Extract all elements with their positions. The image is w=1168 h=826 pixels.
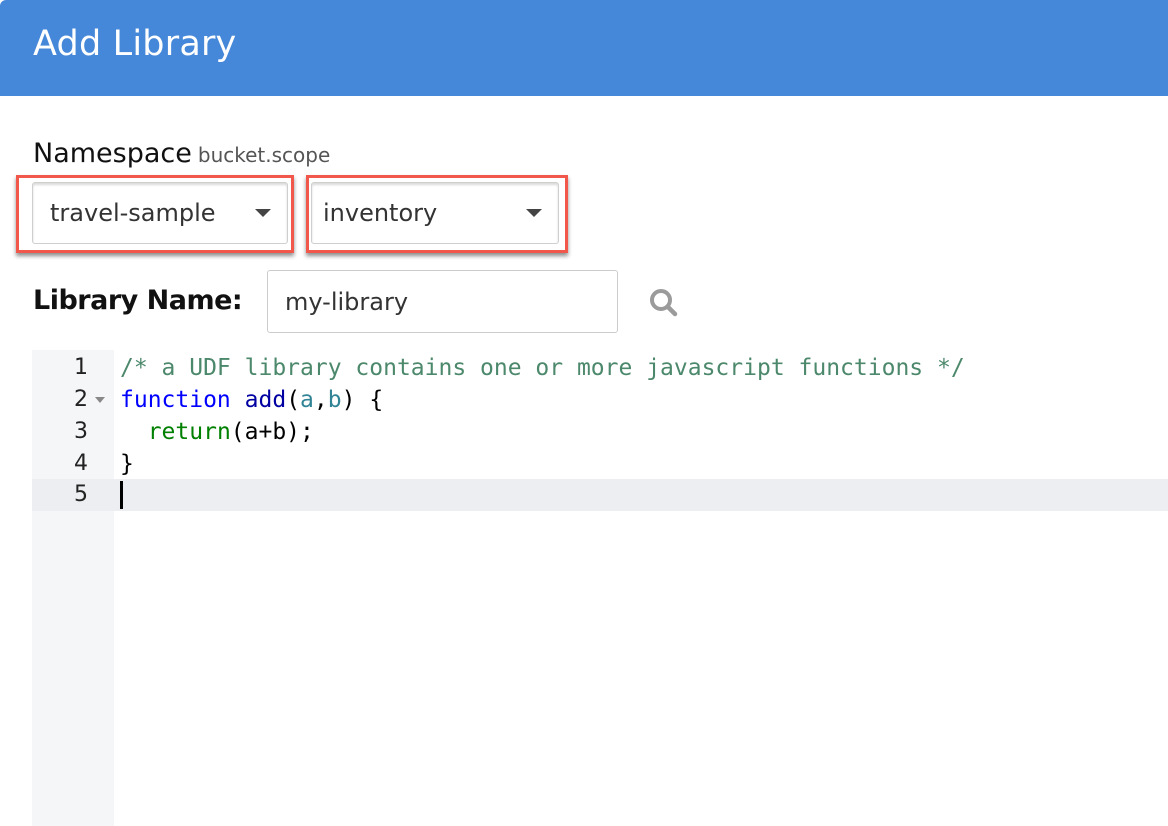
editor-line[interactable]: 4} (32, 448, 1168, 480)
bucket-select[interactable]: travel-sample (32, 182, 288, 244)
code-token-plain: ( (286, 387, 301, 413)
code-token-param: a (300, 387, 314, 413)
scope-select[interactable]: inventory (311, 182, 559, 244)
code-token-comment: /* a UDF library contains one or more ja… (120, 355, 965, 381)
code-token-fn: add (244, 387, 287, 413)
line-number: 5 (74, 482, 88, 507)
code-text: function add(a,b) { (120, 384, 383, 416)
code-token-plain: } (120, 451, 134, 477)
code-editor[interactable]: 1 /* a UDF library contains one or more j… (32, 350, 1168, 826)
fold-toggle-icon[interactable] (95, 397, 105, 403)
code-token-keyword: function (120, 387, 231, 413)
text-cursor (120, 481, 123, 509)
search-icon[interactable] (648, 287, 680, 319)
line-number: 1 (74, 355, 88, 380)
code-token-plain: ) { (341, 387, 384, 413)
editor-line[interactable]: 2 function add(a,b) { (32, 384, 1168, 416)
library-name-input[interactable] (267, 270, 618, 333)
code-token-plain: (a+b); (230, 419, 314, 445)
code-token-return: return (147, 419, 231, 445)
namespace-label: Namespace bucket.scope (33, 138, 330, 169)
namespace-label-text: Namespace (33, 138, 192, 169)
bucket-select-value: travel-sample (50, 199, 216, 227)
editor-line[interactable]: 1 /* a UDF library contains one or more j… (32, 352, 1168, 384)
namespace-hint: bucket.scope (197, 143, 331, 167)
code-token-param: b (327, 387, 342, 413)
chevron-down-icon (526, 209, 542, 217)
code-token-plain: , (313, 387, 328, 413)
line-number: 3 (74, 419, 88, 444)
dialog-header: Add Library (0, 0, 1168, 96)
code-text: return(a+b); (120, 416, 314, 448)
code-text: } (120, 448, 134, 480)
code-text: /* a UDF library contains one or more ja… (120, 352, 965, 384)
line-number: 4 (74, 451, 88, 476)
editor-line[interactable]: 5 (32, 479, 1168, 511)
chevron-down-icon (255, 209, 271, 217)
editor-line[interactable]: 3 return(a+b); (32, 416, 1168, 448)
library-name-label: Library Name: (33, 285, 243, 316)
scope-select-value: inventory (323, 199, 438, 227)
dialog-title: Add Library (33, 24, 237, 64)
line-number: 2 (74, 387, 88, 412)
